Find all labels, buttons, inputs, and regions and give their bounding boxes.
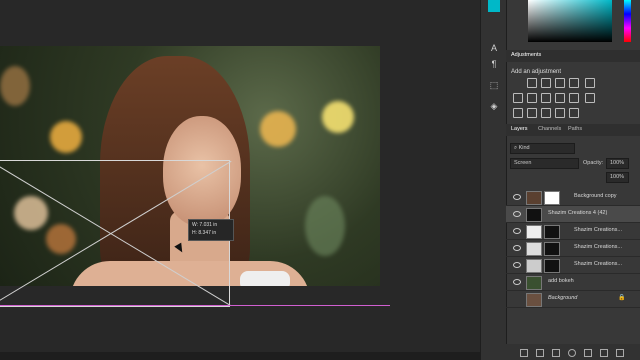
opacity-label: Opacity: xyxy=(583,160,604,166)
bokeh-light xyxy=(260,111,296,147)
levels-icon[interactable] xyxy=(541,78,551,88)
layer-name: Shazim Creations 4 (42) xyxy=(548,210,608,216)
eye-icon[interactable] xyxy=(513,279,521,285)
fill-value: 100% xyxy=(610,174,625,180)
selective-color-icon[interactable] xyxy=(569,108,579,118)
exposure-icon[interactable] xyxy=(569,78,579,88)
transform-icon[interactable]: ⬚ xyxy=(488,79,500,91)
layer-row[interactable]: Shazim Creations... xyxy=(506,257,640,274)
add-mask-icon[interactable] xyxy=(552,349,560,357)
guide-line[interactable] xyxy=(0,305,390,306)
layer-thumbnail xyxy=(526,276,542,290)
tools-panel: A ¶ ⬚ ◈ xyxy=(480,0,507,360)
eye-icon[interactable] xyxy=(513,211,521,217)
layer-name: Background xyxy=(548,295,578,301)
brightness-icon[interactable] xyxy=(527,78,537,88)
layer-row[interactable]: Shazim Creations 4 (42) xyxy=(506,206,640,223)
layer-thumbnail xyxy=(526,225,542,239)
layer-thumbnail xyxy=(526,242,542,256)
fill-input[interactable]: 100% xyxy=(606,172,629,183)
layer-name: Shazim Creations... xyxy=(574,244,622,250)
curves-icon[interactable] xyxy=(555,78,565,88)
layer-mask-thumbnail[interactable] xyxy=(544,191,560,205)
vibrance-icon[interactable] xyxy=(585,78,595,88)
tab-adjustments[interactable]: Adjustments xyxy=(511,52,541,58)
layer-thumbnail xyxy=(526,191,542,205)
bokeh-light xyxy=(0,66,30,106)
group-icon[interactable] xyxy=(584,349,592,357)
adjustments-header: Adjustments xyxy=(506,50,640,62)
subject-top xyxy=(240,271,290,286)
measure-height: H: 8.347 in xyxy=(192,230,217,236)
layer-name: Shazim Creations... xyxy=(574,227,622,233)
bokeh-light xyxy=(305,196,345,256)
fx-icon[interactable] xyxy=(536,349,544,357)
threshold-icon[interactable] xyxy=(541,108,551,118)
layer-name: Background copy xyxy=(574,193,617,199)
layer-row[interactable]: Background copy xyxy=(506,189,640,206)
layer-name: add bokeh xyxy=(548,278,574,284)
layer-mask-thumbnail[interactable] xyxy=(544,259,560,273)
delete-icon[interactable] xyxy=(616,349,624,357)
hue-slider[interactable] xyxy=(624,0,631,42)
link-icon[interactable] xyxy=(520,349,528,357)
layer-filter-input[interactable]: ⌕ Kind xyxy=(510,143,575,154)
invert-icon[interactable] xyxy=(513,108,523,118)
layer-mask-thumbnail[interactable] xyxy=(544,242,560,256)
color-swatch-icon[interactable] xyxy=(488,0,500,12)
layer-row[interactable]: add bokeh xyxy=(506,274,640,291)
posterize-icon[interactable] xyxy=(527,108,537,118)
channel-mixer-icon[interactable] xyxy=(569,93,579,103)
color-picker-field[interactable] xyxy=(528,0,612,42)
eye-icon[interactable] xyxy=(513,262,521,268)
layer-thumbnail xyxy=(526,259,542,273)
layer-name: Shazim Creations... xyxy=(574,261,622,267)
layers-icon[interactable]: ◈ xyxy=(488,100,500,112)
blend-mode-value: Screen xyxy=(514,160,532,166)
opacity-value: 100% xyxy=(610,160,625,166)
lock-icon: 🔒 xyxy=(618,295,626,301)
bokeh-light xyxy=(322,101,354,133)
color-balance-icon[interactable] xyxy=(527,93,537,103)
color-lookup-icon[interactable] xyxy=(585,93,595,103)
layer-row[interactable]: Background 🔒 xyxy=(506,291,640,308)
transform-measure-tooltip: W: 7.031 in H: 8.347 in xyxy=(188,219,234,241)
horizontal-type-icon[interactable]: A xyxy=(488,42,500,54)
eye-icon[interactable] xyxy=(513,194,521,200)
eye-icon[interactable] xyxy=(513,228,521,234)
layers-footer xyxy=(506,344,640,360)
bokeh-light xyxy=(50,121,82,153)
layer-row[interactable]: Shazim Creations... xyxy=(506,223,640,240)
layers-header: Layers Channels Paths xyxy=(506,124,640,136)
status-bar xyxy=(0,352,488,360)
photo-filter-icon[interactable] xyxy=(555,93,565,103)
layer-row[interactable]: Shazim Creations... xyxy=(506,240,640,257)
tab-paths[interactable]: Paths xyxy=(568,126,582,132)
black-white-icon[interactable] xyxy=(541,93,551,103)
paragraph-icon[interactable]: ¶ xyxy=(488,58,500,70)
layer-thumbnail xyxy=(526,208,542,222)
gradient-map-icon[interactable] xyxy=(555,108,565,118)
eye-icon[interactable] xyxy=(513,245,521,251)
measure-width: W: 7.031 in xyxy=(192,222,218,228)
tab-layers[interactable]: Layers xyxy=(511,126,528,132)
layer-filter-placeholder: Kind xyxy=(518,145,530,151)
layer-mask-thumbnail[interactable] xyxy=(544,225,560,239)
adjustments-title: Add an adjustment xyxy=(511,69,562,75)
layer-thumbnail xyxy=(526,293,542,307)
tab-channels[interactable]: Channels xyxy=(538,126,561,132)
hue-saturation-icon[interactable] xyxy=(513,93,523,103)
blend-mode-select[interactable]: Screen xyxy=(510,158,579,169)
adjustment-layer-icon[interactable] xyxy=(568,349,576,357)
opacity-input[interactable]: 100% xyxy=(606,158,629,169)
new-layer-icon[interactable] xyxy=(600,349,608,357)
